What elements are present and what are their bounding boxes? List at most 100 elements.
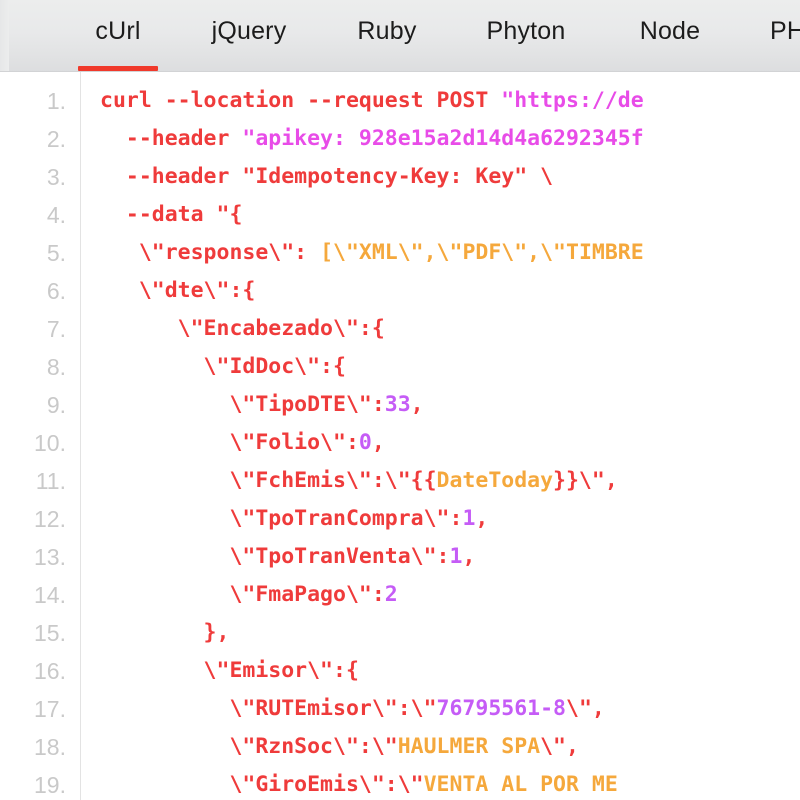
tab-curl[interactable]: cUrl — [78, 0, 158, 72]
line-number: 9. — [46, 392, 66, 418]
code-line: 8. \"IdDoc\":{ — [0, 348, 800, 386]
line-number: 2. — [46, 126, 66, 152]
code-token: \"RUTEmisor\":\" — [100, 696, 437, 721]
line-number: 6. — [46, 278, 66, 304]
code-token: 0 — [358, 430, 372, 455]
line-number: 4. — [46, 202, 66, 228]
code-line: 4. --data "{ — [0, 196, 800, 234]
tab-phyton[interactable]: Phyton — [462, 0, 590, 72]
code-token: VENTA AL POR ME — [423, 772, 618, 797]
line-number: 10. — [34, 430, 66, 456]
code-line-text: --header "Idempotency-Key: Key" \ — [100, 158, 553, 196]
line-number: 7. — [46, 316, 66, 342]
code-line: 12. \"TpoTranCompra\":1, — [0, 500, 800, 538]
line-number: 19. — [34, 772, 66, 798]
line-number: 3. — [46, 164, 66, 190]
tab-label: cUrl — [95, 16, 141, 45]
code-token: \"TipoDTE\": — [100, 392, 385, 417]
code-token: }, — [100, 620, 230, 645]
line-number: 17. — [34, 696, 66, 722]
code-token: 2 — [384, 582, 398, 607]
code-token: --header "Idempotency-Key: Key" \ — [100, 164, 554, 189]
code-line: 7. \"Encabezado\":{ — [0, 310, 800, 348]
code-token: "apikey: 928e15a2d14d4a6292345f — [242, 126, 644, 151]
code-line-text: --data "{ — [100, 196, 243, 234]
line-number: 8. — [46, 354, 66, 380]
code-token: \"TpoTranCompra\": — [100, 506, 463, 531]
code-token: \", — [566, 696, 605, 721]
code-line: 5. \"response\": [\"XML\",\"PDF\",\"TIMB… — [0, 234, 800, 272]
code-line-text: \"FmaPago\":2 — [100, 576, 398, 614]
code-line-text: \"TpoTranVenta\":1, — [100, 538, 475, 576]
code-token: , — [410, 392, 424, 417]
code-line: 17. \"RUTEmisor\":\"76795561-8\", — [0, 690, 800, 728]
code-token: 1 — [449, 544, 463, 569]
line-number: 5. — [46, 240, 66, 266]
code-token: \"RznSoc\":\" — [100, 734, 398, 759]
code-token: \"response\": — [100, 240, 321, 265]
code-token: \"FchEmis\":\"{{ — [100, 468, 437, 493]
line-number: 18. — [34, 734, 66, 760]
line-number: 13. — [34, 544, 66, 570]
code-token: \"GiroEmis\":\" — [100, 772, 424, 797]
code-line-text: \"RznSoc\":\"HAULMER SPA\", — [100, 728, 579, 766]
line-number: 14. — [34, 582, 66, 608]
code-line-text: \"response\": [\"XML\",\"PDF\",\"TIMBRE — [100, 234, 644, 272]
code-token: 33 — [384, 392, 411, 417]
line-number: 12. — [34, 506, 66, 532]
code-line: 9. \"TipoDTE\":33, — [0, 386, 800, 424]
tab-label: jQuery — [211, 16, 287, 45]
code-token: DateToday — [436, 468, 554, 493]
tab-jquery[interactable]: jQuery — [186, 0, 312, 72]
code-line: 11. \"FchEmis\":\"{{DateToday}}\", — [0, 462, 800, 500]
code-line: 6. \"dte\":{ — [0, 272, 800, 310]
tab-php[interactable]: PHP — [750, 0, 800, 72]
language-tab-bar: cUrl jQuery Ruby Phyton Node PHP — [0, 0, 800, 72]
code-line: 2. --header "apikey: 928e15a2d14d4a62923… — [0, 120, 800, 158]
code-line-text: \"GiroEmis\":\"VENTA AL POR ME — [100, 766, 618, 800]
code-line-text: \"Encabezado\":{ — [100, 310, 385, 348]
tab-label: PHP — [769, 16, 800, 45]
code-line: 14. \"FmaPago\":2 — [0, 576, 800, 614]
line-number: 11. — [35, 468, 66, 494]
code-line-text: }, — [100, 614, 230, 652]
code-line: 16. \"Emisor\":{ — [0, 652, 800, 690]
code-token: \"Emisor\":{ — [100, 658, 359, 683]
code-line: 18. \"RznSoc\":\"HAULMER SPA\", — [0, 728, 800, 766]
code-token: \"TpoTranVenta\": — [100, 544, 450, 569]
code-line-text: \"RUTEmisor\":\"76795561-8\", — [100, 690, 605, 728]
code-line: 15. }, — [0, 614, 800, 652]
code-line: 3. --header "Idempotency-Key: Key" \ — [0, 158, 800, 196]
code-token: \"dte\":{ — [100, 278, 256, 303]
code-panel[interactable]: 1. curl --location --request POST "https:… — [0, 72, 800, 800]
code-token: \"Encabezado\":{ — [100, 316, 385, 341]
code-token: 76795561-8 — [436, 696, 566, 721]
code-token: \", — [540, 734, 579, 759]
code-line-text: curl --location --request POST "https://… — [100, 82, 644, 120]
code-line-text: \"Emisor\":{ — [100, 652, 359, 690]
code-line: 10. \"Folio\":0, — [0, 424, 800, 462]
code-line-text: \"dte\":{ — [100, 272, 256, 310]
tab-label: Phyton — [486, 16, 566, 45]
code-token: \"FmaPago\": — [100, 582, 385, 607]
line-number: 1. — [46, 88, 66, 114]
code-line-list: 1. curl --location --request POST "https:… — [0, 82, 800, 800]
code-token: HAULMER SPA — [397, 734, 541, 759]
tab-node[interactable]: Node — [621, 0, 719, 72]
code-line-text: --header "apikey: 928e15a2d14d4a6292345f — [100, 120, 644, 158]
code-line-text: \"Folio\":0, — [100, 424, 385, 462]
code-token: [\"XML\",\"PDF\",\"TIMBRE — [320, 240, 644, 265]
code-token: 1 — [462, 506, 476, 531]
line-number: 15. — [34, 620, 66, 646]
code-line-text: \"TpoTranCompra\":1, — [100, 500, 488, 538]
code-line: 19. \"GiroEmis\":\"VENTA AL POR ME — [0, 766, 800, 800]
code-sample-viewer: cUrl jQuery Ruby Phyton Node PHP 1. curl --loc… — [0, 0, 800, 800]
code-token: , — [371, 430, 385, 455]
code-token: , — [475, 506, 489, 531]
tab-bar-left-edge — [0, 0, 9, 72]
code-line-text: \"IdDoc\":{ — [100, 348, 346, 386]
tab-ruby[interactable]: Ruby — [341, 0, 433, 72]
code-line: 1. curl --location --request POST "https:… — [0, 82, 800, 120]
code-token: curl --location --request POST — [100, 88, 502, 113]
tab-label: Ruby — [357, 16, 417, 45]
